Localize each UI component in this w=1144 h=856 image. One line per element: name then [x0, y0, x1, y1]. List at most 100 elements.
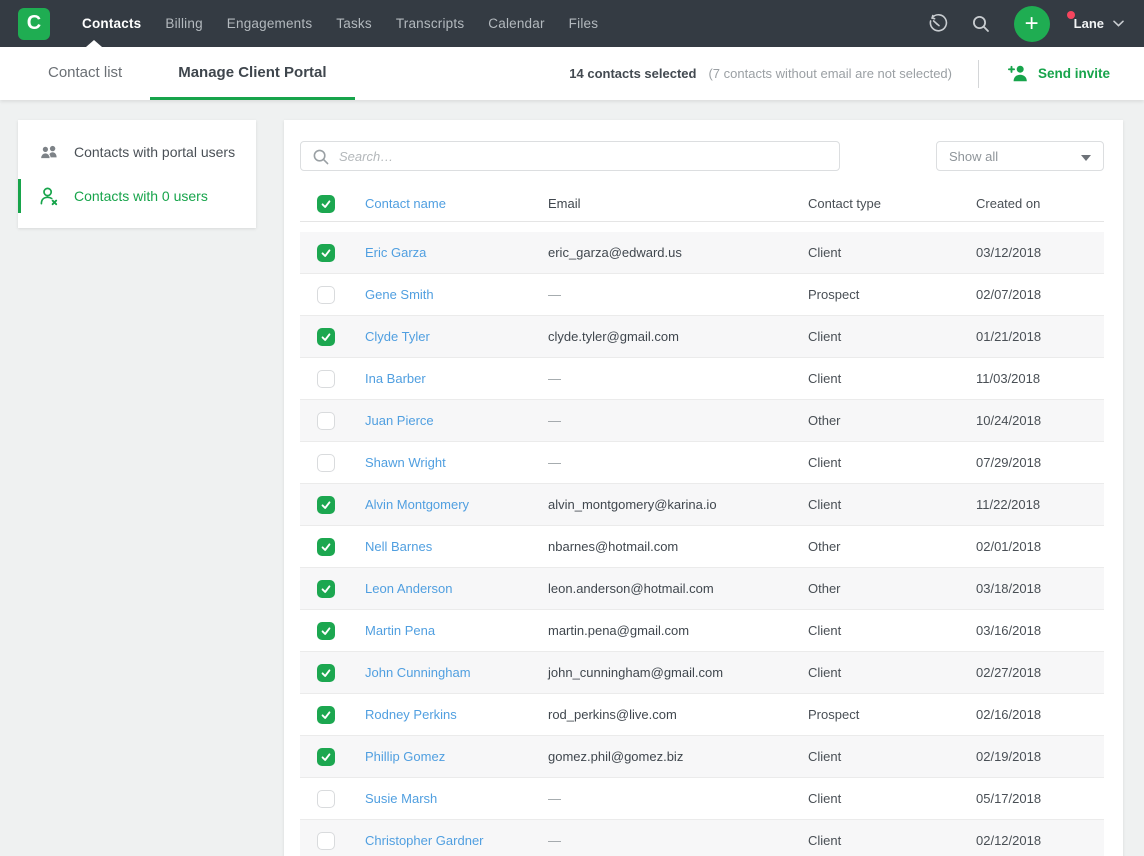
nav-item-transcripts[interactable]: Transcripts	[384, 16, 476, 31]
contact-name-link[interactable]: John Cunningham	[365, 665, 548, 680]
row-checkbox[interactable]	[317, 538, 335, 556]
main-nav: Contacts Billing Engagements Tasks Trans…	[70, 16, 610, 31]
row-checkbox[interactable]	[317, 580, 335, 598]
nav-item-contacts[interactable]: Contacts	[70, 16, 153, 31]
contact-name-link[interactable]: Phillip Gomez	[365, 749, 548, 764]
contact-email: —	[548, 413, 808, 428]
contact-name-link[interactable]: Clyde Tyler	[365, 329, 548, 344]
sidebar-item-contacts-with-portal-users[interactable]: Contacts with portal users	[18, 130, 256, 174]
contact-name-link[interactable]: Juan Pierce	[365, 413, 548, 428]
row-checkbox[interactable]	[317, 706, 335, 724]
people-icon	[37, 144, 61, 161]
sidebar-item-label: Contacts with portal users	[74, 144, 235, 160]
contact-email: gomez.phil@gomez.biz	[548, 749, 808, 764]
user-menu[interactable]: Lane	[1074, 16, 1124, 31]
send-invite-label: Send invite	[1038, 66, 1110, 81]
contact-email: nbarnes@hotmail.com	[548, 539, 808, 554]
checkmark-icon	[320, 667, 332, 679]
search-icon	[311, 147, 331, 167]
contact-created: 03/16/2018	[976, 623, 1104, 638]
history-icon[interactable]	[926, 13, 948, 35]
contact-created: 03/12/2018	[976, 245, 1104, 260]
contact-name-link[interactable]: Leon Anderson	[365, 581, 548, 596]
show-filter-dropdown[interactable]: Show all	[936, 141, 1104, 171]
row-checkbox[interactable]	[317, 622, 335, 640]
contact-name-link[interactable]: Susie Marsh	[365, 791, 548, 806]
nav-item-engagements[interactable]: Engagements	[215, 16, 325, 31]
contact-email: rod_perkins@live.com	[548, 707, 808, 722]
checkmark-icon	[320, 625, 332, 637]
active-nav-pointer	[86, 40, 102, 47]
column-header-email[interactable]: Email	[548, 196, 808, 211]
content-area: Contacts with portal users Contacts with…	[0, 100, 1144, 856]
contact-created: 11/03/2018	[976, 371, 1104, 386]
user-name: Lane	[1074, 16, 1104, 31]
person-plus-icon	[1007, 64, 1029, 83]
table-row: Phillip Gomez gomez.phil@gomez.biz Clien…	[300, 736, 1104, 778]
contact-name-link[interactable]: Eric Garza	[365, 245, 548, 260]
contact-created: 11/22/2018	[976, 497, 1104, 512]
tab-label: Contact list	[48, 64, 122, 81]
contact-created: 01/21/2018	[976, 329, 1104, 344]
contact-created: 10/24/2018	[976, 413, 1104, 428]
person-x-icon	[37, 186, 61, 206]
table-row: Martin Pena martin.pena@gmail.com Client…	[300, 610, 1104, 652]
contact-email: eric_garza@edward.us	[548, 245, 808, 260]
nav-item-tasks[interactable]: Tasks	[324, 16, 384, 31]
add-icon[interactable]: +	[1014, 6, 1050, 42]
contact-created: 02/27/2018	[976, 665, 1104, 680]
contact-name-link[interactable]: Shawn Wright	[365, 455, 548, 470]
tab-manage-client-portal[interactable]: Manage Client Portal	[150, 47, 354, 100]
table-row: Christopher Gardner — Client 02/12/2018	[300, 820, 1104, 856]
checkmark-icon	[320, 709, 332, 721]
contact-name-link[interactable]: Martin Pena	[365, 623, 548, 638]
select-all-checkbox[interactable]	[317, 195, 335, 213]
nav-item-files[interactable]: Files	[557, 16, 611, 31]
contact-type: Client	[808, 623, 976, 638]
tab-contact-list[interactable]: Contact list	[20, 47, 150, 100]
nav-item-calendar[interactable]: Calendar	[476, 16, 556, 31]
table-row: Clyde Tyler clyde.tyler@gmail.com Client…	[300, 316, 1104, 358]
contact-type: Client	[808, 329, 976, 344]
row-checkbox[interactable]	[317, 832, 335, 850]
contact-name-link[interactable]: Alvin Montgomery	[365, 497, 548, 512]
nav-item-billing[interactable]: Billing	[153, 16, 214, 31]
contact-created: 02/12/2018	[976, 833, 1104, 848]
contact-name-link[interactable]: Gene Smith	[365, 287, 548, 302]
table-row: Rodney Perkins rod_perkins@live.com Pros…	[300, 694, 1104, 736]
checkmark-icon	[320, 198, 332, 210]
row-checkbox[interactable]	[317, 286, 335, 304]
contact-email: clyde.tyler@gmail.com	[548, 329, 808, 344]
contact-created: 02/07/2018	[976, 287, 1104, 302]
table-toolbar: Show all	[300, 141, 1104, 171]
contact-email: —	[548, 287, 808, 302]
sidebar-item-contacts-with-0-users[interactable]: Contacts with 0 users	[18, 174, 256, 218]
app-logo[interactable]: C	[18, 8, 50, 40]
contact-created: 02/16/2018	[976, 707, 1104, 722]
row-checkbox[interactable]	[317, 244, 335, 262]
contact-email: alvin_montgomery@karina.io	[548, 497, 808, 512]
column-header-contact-name[interactable]: Contact name	[365, 196, 548, 211]
row-checkbox[interactable]	[317, 496, 335, 514]
contact-type: Client	[808, 665, 976, 680]
table-row: Juan Pierce — Other 10/24/2018	[300, 400, 1104, 442]
row-checkbox[interactable]	[317, 412, 335, 430]
contact-email: —	[548, 455, 808, 470]
contact-name-link[interactable]: Christopher Gardner	[365, 833, 548, 848]
send-invite-button[interactable]: Send invite	[1007, 64, 1110, 83]
caret-down-icon	[1081, 155, 1091, 161]
row-checkbox[interactable]	[317, 370, 335, 388]
search-icon[interactable]	[970, 13, 992, 35]
row-checkbox[interactable]	[317, 328, 335, 346]
row-checkbox[interactable]	[317, 664, 335, 682]
row-checkbox[interactable]	[317, 454, 335, 472]
row-checkbox[interactable]	[317, 748, 335, 766]
contact-name-link[interactable]: Ina Barber	[365, 371, 548, 386]
row-checkbox[interactable]	[317, 790, 335, 808]
search-input[interactable]	[301, 142, 839, 170]
column-header-contact-type[interactable]: Contact type	[808, 196, 976, 211]
column-header-created-on[interactable]: Created on	[976, 196, 1104, 211]
contact-name-link[interactable]: Nell Barnes	[365, 539, 548, 554]
contact-name-link[interactable]: Rodney Perkins	[365, 707, 548, 722]
table-row: John Cunningham john_cunningham@gmail.co…	[300, 652, 1104, 694]
